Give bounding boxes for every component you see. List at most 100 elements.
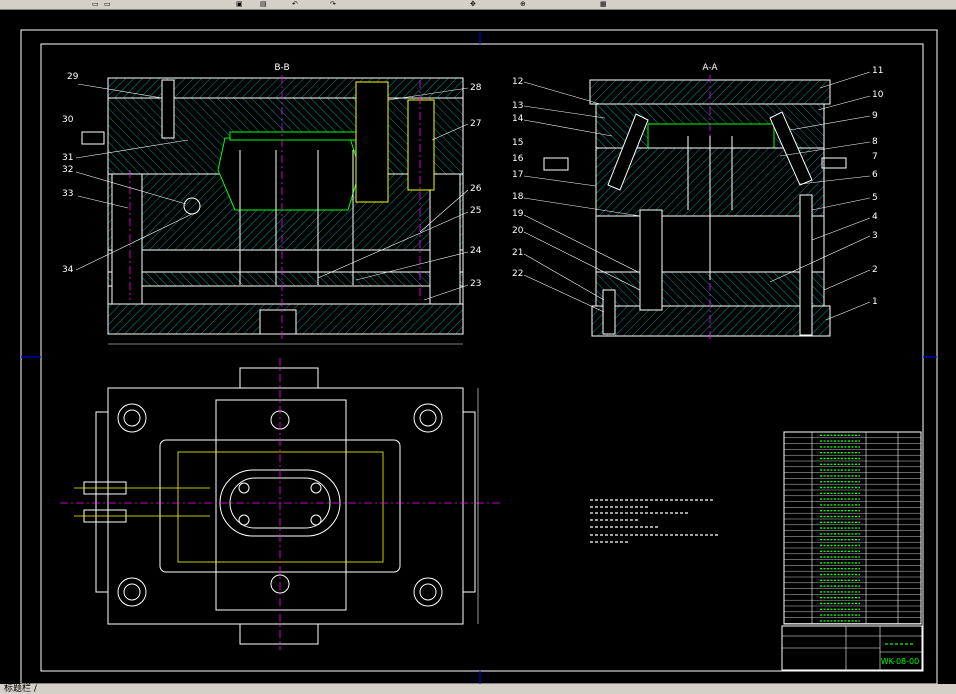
callout-19: 19	[512, 209, 524, 219]
section-aa-view: A-A	[543, 63, 847, 342]
callout-2: 2	[872, 265, 878, 275]
callout-5: 5	[872, 193, 878, 203]
guide-bushing	[407, 99, 435, 191]
callout-4: 4	[872, 212, 878, 222]
plan-bottom-tab	[239, 623, 319, 645]
callout-1: 1	[872, 297, 878, 307]
open-icon[interactable]: ▭	[104, 1, 111, 8]
callout-9: 9	[872, 111, 878, 121]
callout-34: 34	[62, 265, 74, 275]
aa-return-pin	[639, 209, 663, 311]
aa-guide-pin	[799, 194, 813, 336]
part-top-wall	[229, 131, 359, 141]
water-nozzle-30	[81, 131, 105, 145]
new-icon[interactable]: ▭	[92, 1, 99, 8]
save-icon[interactable]: ▣	[236, 1, 243, 8]
callout-27: 27	[470, 119, 481, 129]
undo-icon[interactable]: ↶	[292, 1, 298, 8]
guide-hole-bl-inner	[123, 583, 141, 601]
callout-26: 26	[470, 184, 482, 194]
plan-ejector-d	[310, 514, 322, 526]
guide-hole-tr-inner	[419, 409, 437, 427]
redo-icon[interactable]: ↷	[330, 1, 336, 8]
ejector-plate	[107, 271, 464, 287]
callout-13: 13	[512, 101, 523, 111]
plan-right-rail	[462, 411, 476, 593]
callout-3: 3	[872, 231, 878, 241]
leader-12	[523, 81, 601, 105]
callout-21: 21	[512, 248, 523, 258]
pan-icon[interactable]: ✥	[470, 1, 476, 8]
plan-ejector-c	[238, 514, 250, 526]
cad-drawing: B-B 29 30 31 32 33 34 28 27 26 25 24 23 …	[20, 29, 938, 685]
callout-14: 14	[512, 114, 524, 124]
plan-core-insert	[215, 399, 347, 611]
callout-6: 6	[872, 170, 878, 180]
sprue-bushing	[355, 81, 389, 203]
left-spacer-block	[111, 173, 143, 305]
callout-29: 29	[67, 72, 79, 82]
section-aa-title: A-A	[702, 63, 718, 73]
part-cavity	[217, 137, 361, 211]
guide-hole-br	[413, 577, 443, 607]
leader-2	[823, 269, 871, 291]
leader-21	[523, 253, 605, 301]
ejector-space	[107, 285, 464, 305]
callout-17: 17	[512, 170, 523, 180]
callout-16: 16	[512, 154, 524, 164]
section-bb-title: B-B	[274, 63, 289, 73]
leader-20	[523, 231, 641, 291]
right-spacer-block	[429, 173, 461, 305]
callout-10: 10	[872, 90, 884, 100]
support-space	[107, 249, 464, 273]
tech-notes	[590, 499, 720, 543]
drawing-code: WK-08-00	[881, 657, 919, 666]
properties-icon[interactable]: ▦	[600, 1, 607, 8]
plan-view	[60, 358, 500, 650]
callout-18: 18	[512, 192, 524, 202]
plan-top-tab	[239, 367, 319, 389]
leader-19	[523, 214, 639, 273]
plan-outline	[107, 387, 464, 625]
parts-list	[783, 431, 922, 625]
command-line[interactable]: 标题栏 /	[0, 684, 956, 694]
zoom-icon[interactable]: ⊕	[520, 1, 526, 8]
plan-slider-frame	[177, 451, 384, 563]
callout-12: 12	[512, 77, 523, 87]
drawing-canvas[interactable]: B-B 29 30 31 32 33 34 28 27 26 25 24 23 …	[0, 10, 956, 685]
aa-water-nozzle-right	[821, 157, 847, 169]
aa-screw-22	[602, 289, 616, 335]
knockout-hole	[259, 309, 297, 335]
callout-30: 30	[62, 115, 74, 125]
guide-hole-tr	[413, 403, 443, 433]
callout-25: 25	[470, 206, 481, 216]
callout-22: 22	[512, 269, 523, 279]
callout-32: 32	[62, 165, 73, 175]
print-icon[interactable]: ▤	[260, 1, 267, 8]
callout-15: 15	[512, 138, 523, 148]
plan-water-nozzles	[74, 481, 210, 523]
leader-4	[811, 217, 871, 241]
callout-24: 24	[470, 246, 482, 256]
callout-31: 31	[62, 153, 73, 163]
callout-8: 8	[872, 137, 878, 147]
plan-ejector-b	[310, 482, 322, 494]
callout-11: 11	[872, 66, 883, 76]
callout-23: 23	[470, 279, 481, 289]
guide-hole-bl	[117, 577, 147, 607]
guide-hole-tl	[117, 403, 147, 433]
command-line-text: 标题栏 /	[4, 684, 37, 694]
aa-part	[647, 123, 775, 149]
callout-33: 33	[62, 189, 73, 199]
leader-22	[523, 274, 605, 313]
callout-20: 20	[512, 226, 524, 236]
leader-1	[825, 301, 871, 321]
socket-screw-29	[161, 79, 175, 139]
top-clamp-plate	[107, 77, 464, 99]
section-bb-view: B-B	[107, 63, 464, 345]
aa-bottom-plate	[591, 305, 831, 337]
guide-hole-br-inner	[419, 583, 437, 601]
leader-17	[523, 175, 597, 187]
plan-ejector-a	[238, 482, 250, 494]
leader-13	[523, 105, 606, 119]
